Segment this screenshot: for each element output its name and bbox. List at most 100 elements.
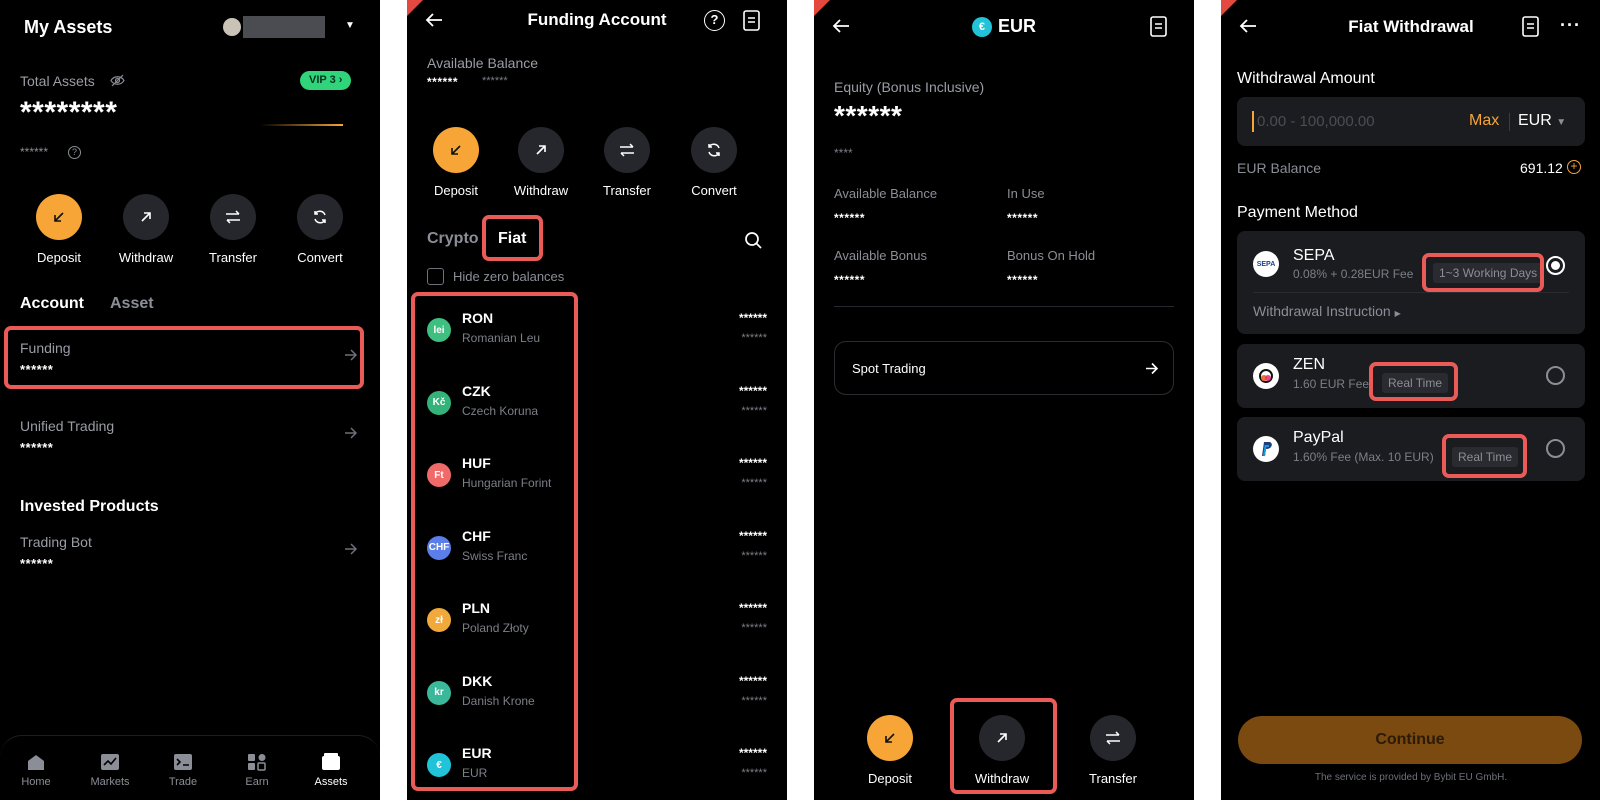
add-icon[interactable]: + (1567, 160, 1581, 174)
highlight-paypal-badge (1442, 434, 1527, 478)
earn-icon (248, 754, 266, 771)
corner-marker (814, 0, 830, 16)
paypal-fee: 1.60% Fee (Max. 10 EUR) (1293, 450, 1434, 464)
deposit-button[interactable]: Deposit (847, 715, 933, 786)
highlight-fiat-list (411, 292, 578, 791)
convert-icon (691, 127, 737, 173)
max-button[interactable]: Max (1469, 112, 1499, 130)
withdrawal-instruction-link[interactable]: Withdrawal Instruction ▶ (1253, 303, 1401, 319)
nav-home[interactable]: Home (0, 752, 72, 788)
help-icon[interactable]: ? (704, 10, 725, 31)
currency-balance-sub: ****** (741, 622, 767, 634)
eur-asset-screen: € EUR Equity (Bonus Inclusive) ****** **… (814, 0, 1194, 800)
currency-balance: ****** (738, 601, 767, 615)
nav-earn-label: Earn (245, 776, 269, 788)
vip-badge-label: VIP 3 (309, 74, 336, 86)
equity-sub-value: **** (834, 146, 853, 160)
eye-off-icon[interactable] (110, 74, 125, 87)
currency-selector[interactable]: EUR ▼ (1518, 112, 1566, 130)
search-icon[interactable] (744, 231, 763, 250)
arrow-down-left-icon (433, 127, 479, 173)
records-icon[interactable] (1150, 16, 1167, 37)
highlight-withdraw (950, 698, 1057, 794)
chevron-down-icon: ▼ (1556, 117, 1567, 128)
divider (1509, 113, 1510, 131)
available-bonus-label: Available Bonus (834, 248, 927, 263)
zen-fee: 1.60 EUR Fee (1293, 377, 1370, 391)
unified-trading-row[interactable]: Unified Trading ****** (0, 412, 380, 472)
deposit-label: Deposit (867, 771, 913, 786)
avatar (223, 18, 241, 36)
account-switcher[interactable]: ▼ (223, 16, 355, 38)
divider (1253, 292, 1569, 293)
hide-zero-checkbox[interactable] (427, 268, 444, 285)
transfer-icon (210, 194, 256, 240)
tab-account[interactable]: Account (20, 295, 84, 313)
nav-earn[interactable]: Earn (221, 752, 293, 788)
withdraw-button[interactable]: Withdraw (103, 194, 189, 265)
chevron-down-icon: ▼ (345, 20, 355, 31)
transfer-button[interactable]: Transfer (190, 194, 276, 265)
currency-balance: ****** (738, 311, 767, 325)
tab-crypto[interactable]: Crypto (427, 230, 479, 248)
trading-bot-row[interactable]: Trading Bot ****** (0, 530, 380, 590)
my-assets-screen: My Assets ▼ Total Assets VIP 3 › *******… (0, 0, 380, 800)
nav-home-label: Home (21, 776, 51, 788)
withdraw-button[interactable]: Withdraw (498, 127, 584, 198)
arrow-up-right-icon (123, 194, 169, 240)
arrow-down-left-icon (36, 194, 82, 240)
equity-value: ****** (834, 100, 903, 131)
paypal-radio[interactable] (1546, 439, 1565, 458)
withdrawal-amount-field[interactable]: 0.00 - 100,000.00 Max EUR ▼ (1237, 97, 1585, 146)
arrow-up-right-icon (518, 127, 564, 173)
transfer-button[interactable]: Transfer (1070, 715, 1156, 786)
records-icon[interactable] (1522, 16, 1539, 37)
trading-bot-title: Trading Bot (20, 534, 92, 550)
nav-trade-label: Trade (168, 776, 198, 788)
eur-balance-label: EUR Balance (1237, 160, 1322, 176)
tab-asset[interactable]: Asset (110, 295, 154, 313)
page-title: EUR (997, 16, 1036, 36)
transfer-label: Transfer (209, 250, 257, 265)
vip-badge[interactable]: VIP 3 › (300, 71, 352, 90)
divider (834, 306, 1174, 307)
sepa-radio[interactable] (1546, 256, 1565, 275)
nav-assets-label: Assets (314, 776, 348, 788)
continue-button[interactable]: Continue (1238, 716, 1582, 764)
paypal-name: PayPal (1293, 429, 1344, 446)
convert-button[interactable]: Convert (277, 194, 363, 265)
currency-label: EUR (1518, 112, 1552, 129)
arrow-down-left-icon (867, 715, 913, 761)
redacted-username (243, 16, 325, 38)
spot-trading-button[interactable]: Spot Trading (834, 341, 1174, 395)
currency-balance-sub: ****** (741, 694, 767, 707)
zen-radio[interactable] (1546, 366, 1565, 385)
payment-option-paypal[interactable]: PayPal 1.60% Fee (Max. 10 EUR) Real Time (1237, 417, 1585, 481)
more-icon[interactable]: ··· (1560, 15, 1581, 36)
withdrawal-amount-label: Withdrawal Amount (1237, 70, 1375, 87)
sparkline (260, 124, 343, 126)
convert-button[interactable]: Convert (671, 127, 757, 198)
deposit-button[interactable]: Deposit (413, 127, 499, 198)
in-use-label: In Use (1007, 186, 1045, 201)
currency-balance-sub: ****** (741, 332, 767, 344)
deposit-label: Deposit (433, 183, 479, 198)
deposit-button[interactable]: Deposit (16, 194, 102, 265)
transfer-button[interactable]: Transfer (584, 127, 670, 198)
transfer-label: Transfer (1089, 771, 1137, 786)
wallet-icon (322, 753, 340, 770)
records-icon[interactable] (743, 10, 760, 31)
bonus-on-hold-label: Bonus On Hold (1007, 248, 1096, 263)
hide-zero-label: Hide zero balances (453, 269, 565, 284)
transfer-icon (1090, 715, 1136, 761)
highlight-funding (4, 326, 364, 389)
currency-balance: ****** (738, 383, 767, 398)
header-title: € EUR (814, 16, 1194, 37)
sepa-logo-icon: SEPA (1253, 251, 1279, 277)
nav-assets[interactable]: Assets (295, 752, 367, 788)
unified-trading-title: Unified Trading (20, 418, 115, 434)
help-icon[interactable]: ? (68, 146, 81, 159)
nav-trade[interactable]: Trade (147, 752, 219, 788)
currency-balance-sub: ****** (741, 549, 767, 562)
nav-markets[interactable]: Markets (74, 752, 146, 788)
